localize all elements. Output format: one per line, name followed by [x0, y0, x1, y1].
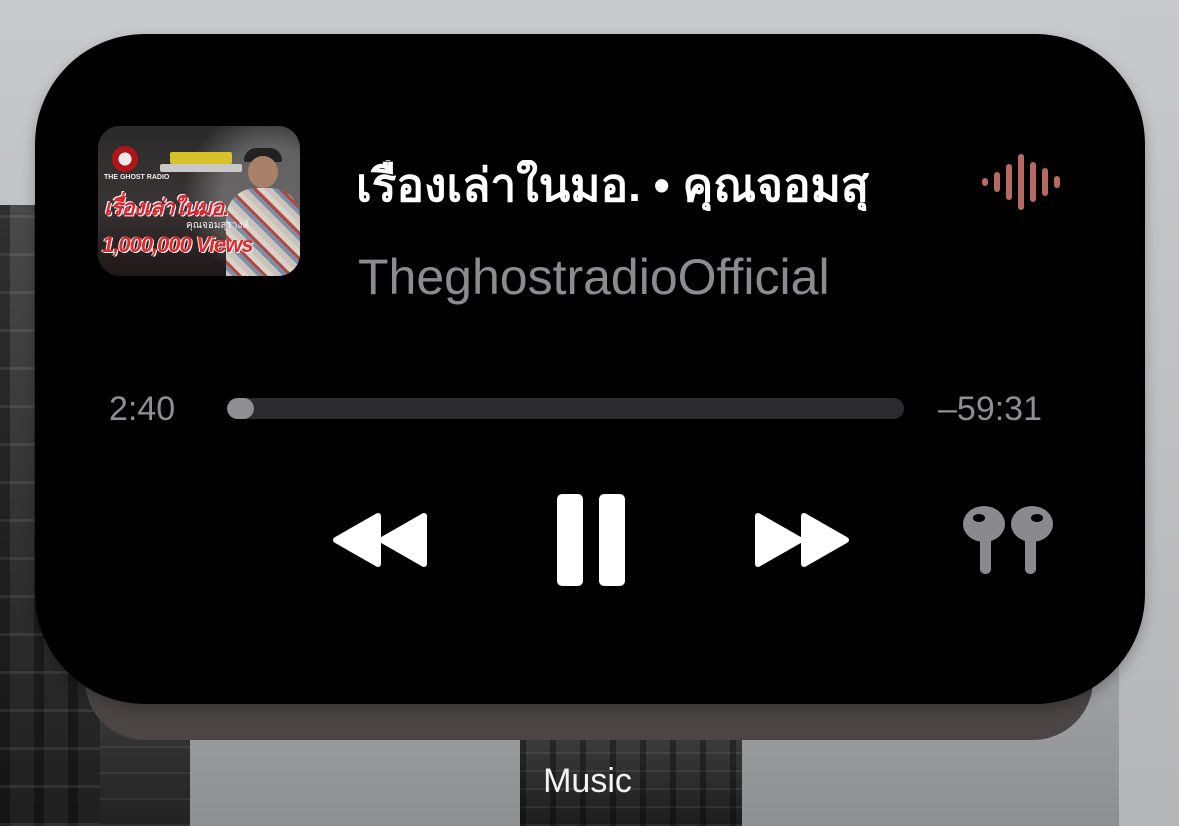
widget-app-label: Music	[0, 762, 1179, 801]
album-artwork[interactable]: THE GHOST RADIO เรื่องเล่าในมอ. คุณจอมสุ…	[98, 126, 300, 276]
artwork-logo-text: THE GHOST RADIO	[104, 174, 170, 181]
rewind-icon[interactable]	[330, 508, 430, 572]
ghost-radio-logo-icon	[112, 146, 138, 172]
elapsed-time: 2:40	[109, 390, 176, 428]
pause-icon[interactable]	[555, 494, 627, 586]
airpods-icon[interactable]	[960, 504, 1056, 576]
fast-forward-icon[interactable]	[752, 508, 852, 572]
track-artist: TheghostradioOfficial	[358, 249, 830, 305]
progress-bar[interactable]	[227, 398, 904, 419]
remaining-time: –59:31	[938, 390, 1042, 428]
artwork-badge-secondary	[160, 164, 242, 172]
artwork-subtitle: คุณจอมสุรางค์	[186, 220, 250, 231]
artwork-views: 1,000,000 Views	[102, 232, 254, 257]
progress-fill	[227, 398, 255, 419]
track-title: เรื่องเล่าในมอ. • คุณจอมสุ	[356, 160, 869, 211]
artwork-person-head	[248, 156, 278, 188]
audio-waveform-icon	[982, 154, 1060, 210]
artwork-badge	[170, 152, 232, 164]
app-label-text: Music	[543, 762, 632, 800]
